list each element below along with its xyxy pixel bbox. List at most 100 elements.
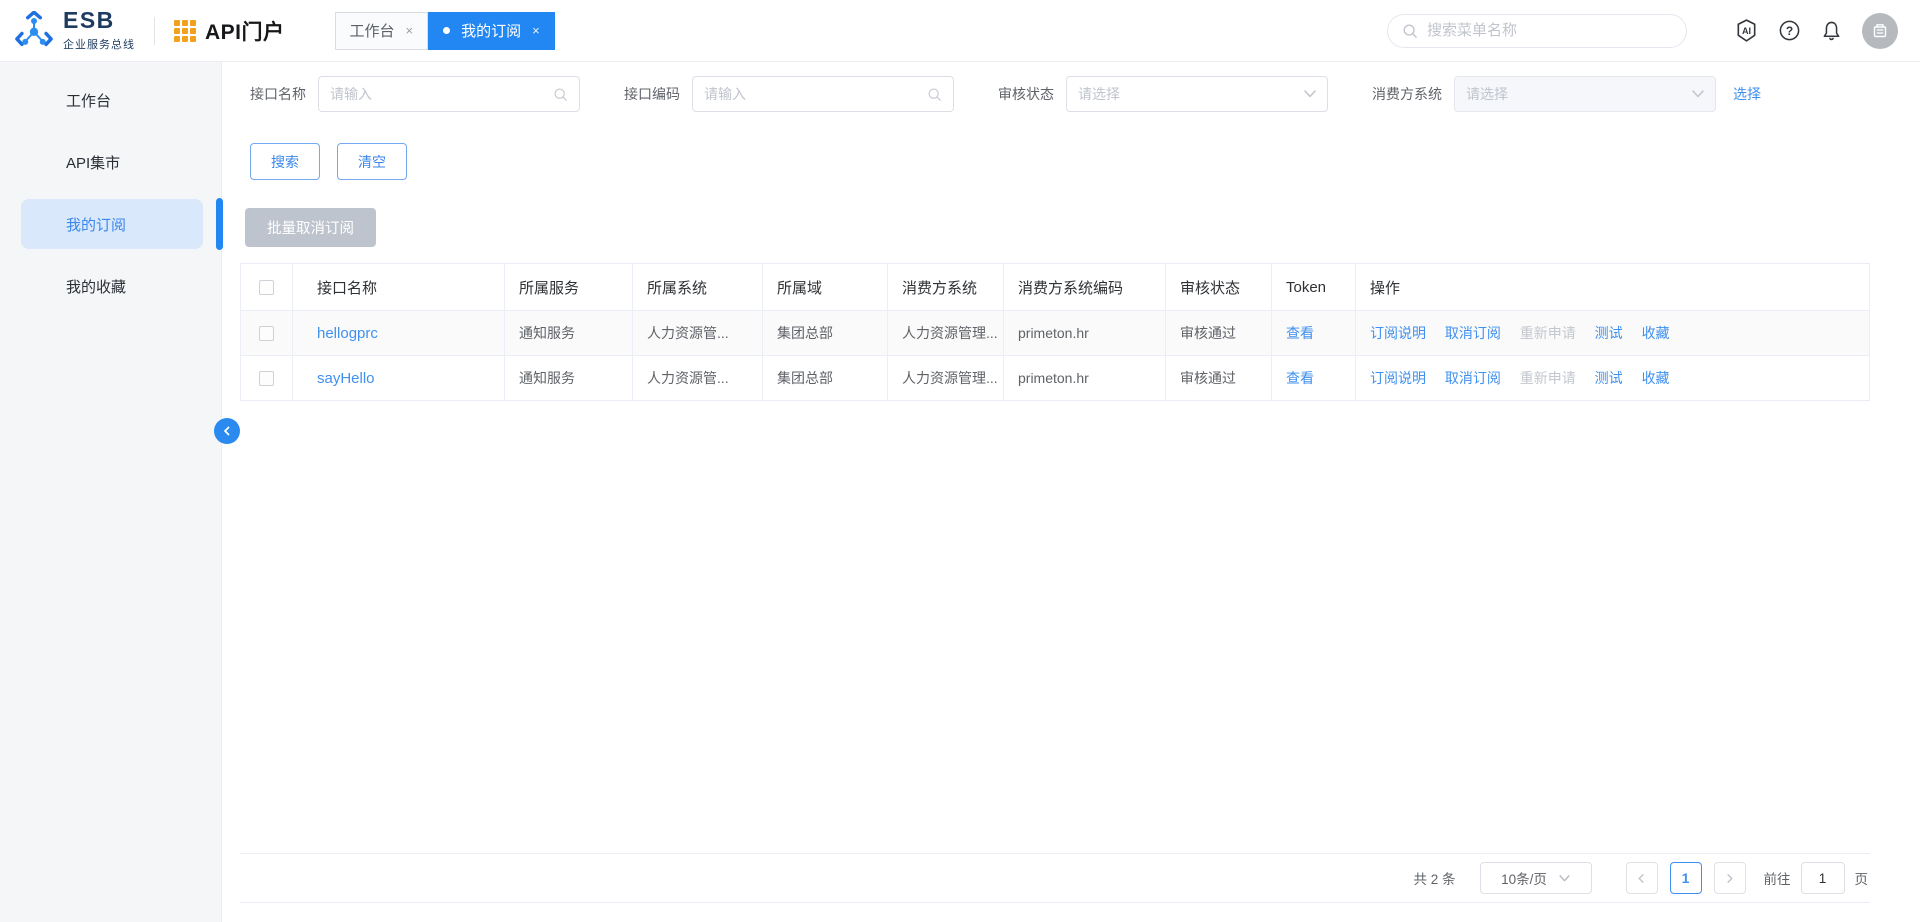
tab-label: 我的订阅	[461, 23, 522, 40]
sidebar-item-my-favorites[interactable]: 我的收藏	[21, 261, 203, 311]
table-empty-area	[240, 401, 1870, 854]
header-api-name: 接口名称	[292, 263, 505, 311]
esb-logo: ESB 企业服务总线	[14, 9, 135, 52]
page-number-1[interactable]: 1	[1669, 862, 1702, 894]
logo-title: ESB	[63, 7, 115, 33]
goto-page-input[interactable]	[1800, 862, 1845, 894]
unsubscribe-link[interactable]: 取消订阅	[1445, 325, 1501, 341]
filter-label-audit-status: 审核状态	[998, 86, 1054, 102]
tab-my-subscriptions[interactable]: 我的订阅 ×	[428, 11, 555, 50]
test-link[interactable]: 测试	[1595, 370, 1623, 386]
sidebar-item-label: 我的订阅	[66, 216, 127, 234]
search-icon	[554, 88, 567, 101]
select-placeholder: 请选择	[1466, 86, 1508, 102]
filter-bar: 接口名称 接口编码 审核状态 请选择	[250, 76, 1920, 112]
tab-label: 工作台	[349, 23, 395, 40]
header-system: 所属系统	[632, 263, 763, 311]
header-consumer-system: 消费方系统	[887, 263, 1004, 311]
sidebar-item-label: API集市	[66, 154, 121, 172]
goto-label: 前往	[1763, 872, 1791, 887]
api-name-link[interactable]: sayHello	[317, 370, 375, 387]
batch-unsubscribe-button: 批量取消订阅	[245, 208, 376, 247]
cell-audit-status: 审核通过	[1165, 310, 1272, 356]
select-all-checkbox[interactable]	[259, 280, 274, 296]
grid-icon	[174, 19, 196, 42]
page-size-value: 10条/页	[1501, 872, 1547, 887]
notification-bell-icon[interactable]	[1820, 19, 1843, 42]
subscriptions-table: 接口名称 所属服务 所属系统 所属域 消费方系统 消费方系统编码 审核状态 To…	[240, 263, 1870, 401]
row-checkbox[interactable]	[259, 326, 274, 342]
prev-page-button	[1625, 862, 1658, 894]
api-name-input[interactable]	[330, 86, 553, 102]
sidebar-item-workbench[interactable]: 工作台	[21, 75, 203, 125]
active-dot-icon	[443, 27, 451, 34]
cell-consumer-system: 人力资源管理...	[887, 355, 1004, 401]
table-header-row: 接口名称 所属服务 所属系统 所属域 消费方系统 消费方系统编码 审核状态 To…	[240, 263, 1870, 311]
menu-search-box[interactable]	[1387, 13, 1687, 48]
help-icon[interactable]: ?	[1778, 19, 1801, 42]
chevron-right-icon	[1727, 873, 1733, 883]
logo-subtitle: 企业服务总线	[63, 39, 135, 51]
api-name-input-box	[318, 76, 580, 112]
header-actions: 操作	[1355, 263, 1870, 311]
favorite-link[interactable]: 收藏	[1642, 325, 1670, 341]
filter-label-api-name: 接口名称	[250, 86, 306, 102]
table-row: hellogprc 通知服务 人力资源管... 集团总部 人力资源管理... p…	[240, 310, 1870, 356]
cell-system: 人力资源管...	[632, 310, 763, 356]
search-button[interactable]: 搜索	[250, 143, 320, 180]
menu-search-input[interactable]	[1427, 22, 1676, 39]
subscription-note-link[interactable]: 订阅说明	[1370, 370, 1426, 386]
sidebar-item-label: 我的收藏	[66, 278, 127, 296]
audit-status-select[interactable]: 请选择	[1066, 76, 1328, 112]
user-avatar[interactable]	[1862, 12, 1898, 49]
close-icon[interactable]: ×	[532, 23, 540, 38]
cell-service: 通知服务	[504, 310, 633, 356]
main-content: 接口名称 接口编码 审核状态 请选择	[222, 62, 1920, 922]
reapply-link-disabled: 重新申请	[1519, 370, 1576, 386]
unsubscribe-link[interactable]: 取消订阅	[1445, 370, 1501, 386]
close-icon[interactable]: ×	[406, 23, 414, 38]
sidebar-item-api-market[interactable]: API集市	[21, 137, 203, 187]
reapply-link-disabled: 重新申请	[1519, 325, 1576, 341]
avatar-emblem-icon	[1873, 23, 1887, 37]
header-domain: 所属域	[762, 263, 888, 311]
ai-assistant-icon[interactable]: AI	[1734, 18, 1759, 43]
svg-text:?: ?	[1786, 24, 1793, 38]
cell-consumer-system: 人力资源管理...	[887, 310, 1004, 356]
favorite-link[interactable]: 收藏	[1642, 370, 1670, 386]
clear-button[interactable]: 清空	[337, 143, 407, 180]
portal-brand: API门户	[174, 16, 285, 46]
sidebar-item-my-subscriptions[interactable]: 我的订阅	[21, 199, 203, 249]
header-token: Token	[1271, 263, 1356, 311]
header-audit-status: 审核状态	[1165, 263, 1272, 311]
api-name-link[interactable]: hellogprc	[317, 325, 378, 342]
row-checkbox[interactable]	[259, 371, 274, 387]
token-view-link[interactable]: 查看	[1286, 370, 1314, 386]
chevron-down-icon	[1559, 874, 1570, 881]
sidebar-collapse-button[interactable]	[214, 418, 240, 444]
api-code-input[interactable]	[704, 86, 927, 102]
esb-network-icon	[15, 10, 53, 46]
cell-consumer-code: primeton.hr	[1003, 355, 1166, 401]
token-view-link[interactable]: 查看	[1286, 325, 1314, 341]
search-icon	[928, 88, 941, 101]
test-link[interactable]: 测试	[1595, 325, 1623, 341]
tab-workbench[interactable]: 工作台 ×	[334, 11, 429, 50]
chevron-down-icon	[1692, 90, 1704, 98]
filter-actions: 搜索 清空	[250, 143, 1920, 180]
chevron-left-icon	[1638, 873, 1644, 883]
page-size-select[interactable]: 10条/页	[1479, 862, 1592, 894]
page-tabs: 工作台 × 我的订阅 ×	[334, 11, 555, 50]
consumer-system-select: 请选择	[1454, 76, 1716, 112]
cell-audit-status: 审核通过	[1165, 355, 1272, 401]
subscription-note-link[interactable]: 订阅说明	[1370, 325, 1426, 341]
top-header: ESB 企业服务总线 API门户 工作台 × 我的订阅 × 搜索菜单名称 AI …	[0, 0, 1920, 62]
chevron-left-icon	[224, 426, 230, 436]
consumer-system-choose-link[interactable]: 选择	[1733, 84, 1761, 104]
esb-api-portal-page: ESB 企业服务总线 API门户 工作台 × 我的订阅 × 搜索菜单名称 AI …	[0, 0, 1920, 922]
page-unit-label: 页	[1854, 872, 1869, 887]
search-icon	[1403, 24, 1417, 38]
next-page-button	[1713, 862, 1746, 894]
total-count: 共 2 条	[1413, 872, 1456, 887]
batch-actions: 批量取消订阅	[245, 208, 1920, 247]
